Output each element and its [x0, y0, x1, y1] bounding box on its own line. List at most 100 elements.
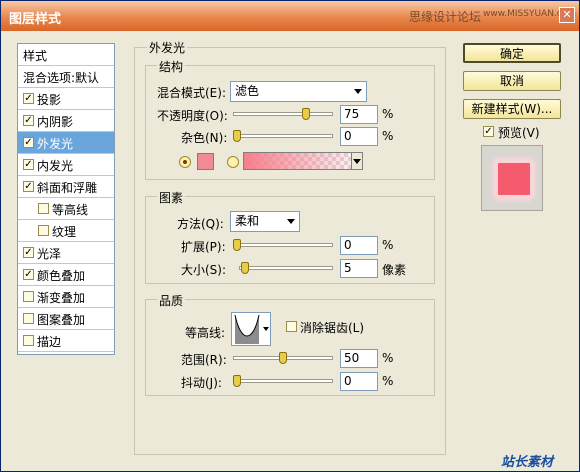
opacity-label: 不透明度(O):: [157, 109, 228, 123]
new-style-button[interactable]: 新建样式(W)...: [463, 99, 561, 119]
opacity-slider[interactable]: [233, 112, 333, 116]
jitter-slider-thumb[interactable]: [233, 375, 241, 387]
opacity-slider-thumb[interactable]: [302, 108, 310, 120]
style-item-checkbox[interactable]: [38, 203, 49, 214]
size-slider-thumb[interactable]: [240, 262, 249, 274]
style-item-checkbox[interactable]: ✓: [23, 181, 34, 192]
style-item-11[interactable]: 渐变叠加: [18, 286, 114, 308]
size-input[interactable]: 5: [340, 259, 378, 278]
style-item-5[interactable]: ✓ 内发光: [18, 154, 114, 176]
range-slider-thumb[interactable]: [279, 352, 287, 364]
jitter-input[interactable]: 0: [340, 372, 378, 391]
size-unit: 像素: [382, 263, 407, 277]
style-item-checkbox[interactable]: [38, 225, 49, 236]
window-title: 图层样式: [9, 12, 62, 27]
style-item-10[interactable]: ✓ 颜色叠加: [18, 264, 114, 286]
close-icon: ✕: [562, 8, 572, 21]
opacity-percent: %: [382, 107, 394, 121]
gradient-picker[interactable]: [243, 152, 363, 170]
glow-color-swatch[interactable]: [197, 153, 214, 170]
antialias-label[interactable]: 消除锯齿(L): [300, 319, 364, 336]
style-item-0[interactable]: 样式: [18, 44, 114, 66]
range-label: 范围(R):: [181, 353, 227, 367]
outer-glow-title: 外发光: [147, 39, 188, 56]
jitter-slider[interactable]: [233, 379, 333, 383]
style-item-label: 样式: [23, 49, 48, 63]
style-item-label: 斜面和浮雕: [37, 181, 98, 195]
contour-curve-icon: [234, 314, 260, 344]
gradient-dropdown[interactable]: [351, 153, 362, 169]
style-item-label: 等高线: [52, 203, 89, 217]
style-item-checkbox[interactable]: [23, 335, 34, 346]
style-item-checkbox[interactable]: [23, 291, 34, 302]
cancel-button[interactable]: 取消: [463, 71, 561, 91]
noise-label: 杂色(N):: [181, 131, 228, 145]
noise-slider[interactable]: [233, 134, 333, 138]
chevron-down-icon: [287, 219, 295, 224]
style-item-label: 纹理: [52, 225, 77, 239]
style-item-checkbox[interactable]: ✓: [23, 115, 34, 126]
range-input[interactable]: 50: [340, 349, 378, 368]
style-item-4[interactable]: ✓ 外发光: [18, 132, 114, 154]
title-bar[interactable]: 图层样式 思缘设计论坛 www.MISSYUAN.com ✕: [1, 1, 579, 31]
antialias-checkbox[interactable]: [286, 321, 297, 332]
layer-style-dialog: 图层样式 思缘设计论坛 www.MISSYUAN.com ✕ 样式混合选项:默认…: [0, 0, 580, 472]
style-item-label: 投影: [37, 93, 62, 107]
style-item-7[interactable]: 等高线: [18, 198, 114, 220]
preview-label[interactable]: 预览(V): [498, 124, 540, 141]
style-item-12[interactable]: 图案叠加: [18, 308, 114, 330]
preview-checkbox[interactable]: ✓: [483, 126, 494, 137]
footer-watermark: 站长素材: [501, 455, 554, 470]
style-preview-thumbnail: [481, 145, 543, 211]
watermark-text: 思缘设计论坛: [409, 10, 482, 24]
chevron-down-icon: [263, 327, 269, 331]
spread-input[interactable]: 0: [340, 236, 378, 255]
style-item-checkbox[interactable]: ✓: [23, 269, 34, 280]
chevron-down-icon: [353, 159, 361, 164]
quality-title: 品质: [157, 292, 186, 309]
preview-swatch: [496, 161, 532, 197]
close-button[interactable]: ✕: [559, 7, 575, 23]
style-list: 样式 混合选项:默认 ✓ 投影 ✓ 内阴影 ✓ 外发光 ✓ 内发光 ✓ 斜面和浮雕 等高线 纹理 ✓ 光泽 ✓ 颜…: [17, 43, 115, 355]
style-item-6[interactable]: ✓ 斜面和浮雕: [18, 176, 114, 198]
style-item-9[interactable]: ✓ 光泽: [18, 242, 114, 264]
structure-title: 结构: [157, 58, 186, 75]
blend-mode-value: 滤色: [235, 84, 260, 98]
contour-picker[interactable]: [231, 312, 271, 346]
style-item-2[interactable]: ✓ 投影: [18, 88, 114, 110]
style-item-label: 颜色叠加: [37, 269, 86, 283]
method-select[interactable]: 柔和: [230, 211, 300, 232]
gradient-radio[interactable]: [227, 156, 239, 168]
ok-button[interactable]: 确定: [463, 43, 561, 63]
style-item-13[interactable]: 描边: [18, 330, 114, 352]
elements-title: 图素: [157, 189, 186, 206]
chevron-down-icon: [354, 89, 362, 94]
style-item-1[interactable]: 混合选项:默认: [18, 66, 114, 88]
noise-input[interactable]: 0: [340, 127, 378, 146]
style-item-checkbox[interactable]: ✓: [23, 137, 34, 148]
size-slider[interactable]: [239, 266, 333, 270]
style-item-label: 内发光: [37, 159, 74, 173]
spread-slider-thumb[interactable]: [233, 239, 241, 251]
style-item-checkbox[interactable]: ✓: [23, 159, 34, 170]
style-item-label: 描边: [37, 335, 62, 349]
method-label: 方法(Q):: [177, 217, 224, 231]
style-item-3[interactable]: ✓ 内阴影: [18, 110, 114, 132]
color-radio[interactable]: [179, 156, 191, 168]
spread-label: 扩展(P):: [181, 240, 226, 254]
spread-slider[interactable]: [233, 243, 333, 247]
opacity-input[interactable]: 75: [340, 105, 378, 124]
style-item-label: 内阴影: [37, 115, 74, 129]
style-item-checkbox[interactable]: ✓: [23, 93, 34, 104]
noise-slider-thumb[interactable]: [233, 130, 241, 142]
contour-label: 等高线:: [185, 326, 226, 340]
blend-mode-label: 混合模式(E):: [157, 86, 226, 100]
jitter-percent: %: [382, 374, 394, 388]
range-percent: %: [382, 351, 394, 365]
spread-percent: %: [382, 238, 394, 252]
style-item-checkbox[interactable]: ✓: [23, 247, 34, 258]
jitter-label: 抖动(J):: [181, 376, 222, 390]
blend-mode-select[interactable]: 滤色: [230, 81, 367, 102]
style-item-checkbox[interactable]: [23, 313, 34, 324]
style-item-8[interactable]: 纹理: [18, 220, 114, 242]
